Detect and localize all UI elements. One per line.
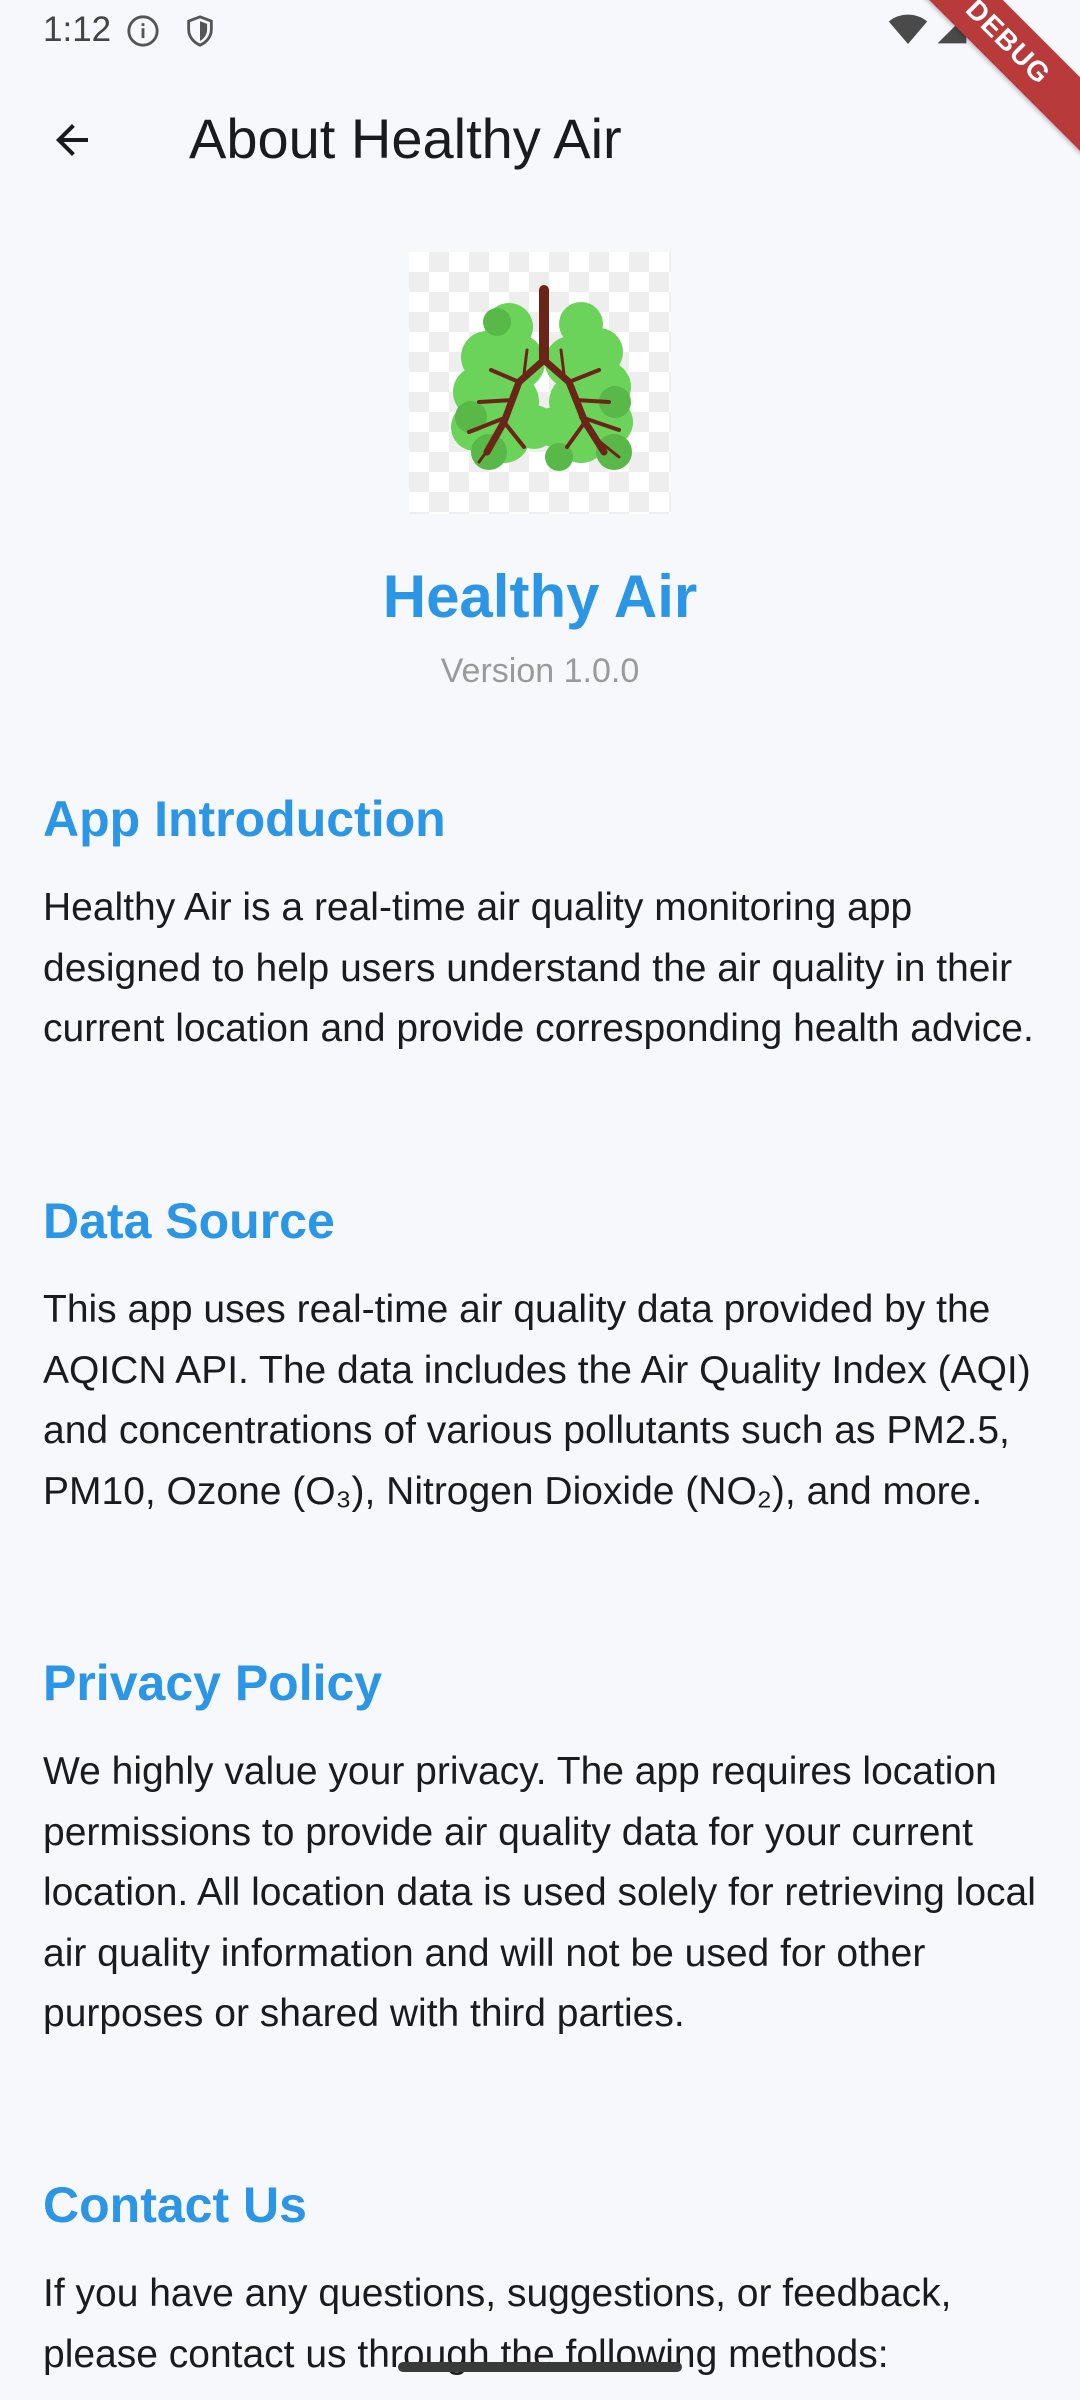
section-title-introduction: App Introduction <box>43 791 446 847</box>
section-title-contact-us: Contact Us <box>43 2177 307 2233</box>
app-bar: About Healthy Air <box>0 62 1080 208</box>
section-body-privacy-policy: We highly value your privacy. The app re… <box>43 1750 1036 2035</box>
section-title-data-source: Data Source <box>43 1193 335 1249</box>
home-indicator[interactable] <box>398 2362 682 2372</box>
section-title-privacy-policy: Privacy Policy <box>43 1655 383 1711</box>
section-body-data-source: This app uses real-time air quality data… <box>43 1288 1031 1513</box>
back-button[interactable] <box>30 98 114 182</box>
info-icon <box>127 15 159 47</box>
page-title: About Healthy Air <box>189 107 622 170</box>
lungs-icon <box>451 285 633 471</box>
section-body-introduction: Healthy Air is a real-time air quality m… <box>43 886 1034 1050</box>
wifi-icon <box>888 14 928 44</box>
status-bar: 1:12 DEBUG <box>0 0 1080 167</box>
app-name: Healthy Air <box>382 563 698 630</box>
shield-icon <box>187 15 213 47</box>
app-logo <box>409 252 671 514</box>
arrow-back-icon <box>56 124 88 156</box>
app-version: Version 1.0.0 <box>440 652 640 690</box>
status-time: 1:12 <box>43 10 112 49</box>
